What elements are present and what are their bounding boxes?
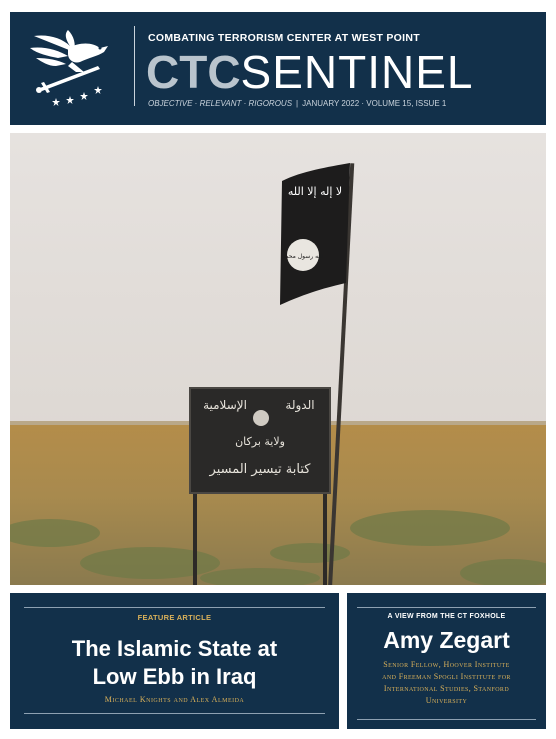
masthead: COMBATING TERRORISM CENTER AT WEST POINT… — [10, 12, 546, 125]
eagle-sword-stars-icon — [30, 30, 108, 106]
org-name: COMBATING TERRORISM CENTER AT WEST POINT — [148, 32, 420, 44]
affiliation-line: International Studies, Stanford — [383, 684, 510, 693]
affiliation-line: and Freeman Spogli Institute for — [382, 672, 511, 681]
issue-info: JANUARY 2022 · VOLUME 15, ISSUE 1 — [302, 99, 447, 108]
foxhole-label: A VIEW FROM THE CT FOXHOLE — [387, 613, 506, 620]
tagline-separator: | — [296, 99, 299, 108]
title-ctc: CTC — [146, 46, 241, 98]
sign-seal — [253, 410, 269, 426]
sign-text-top-right: الدولة — [285, 398, 314, 413]
masthead-divider — [134, 26, 135, 106]
sign-post-right — [323, 483, 327, 585]
cover-photo: لا إله إلا الله الله رسول محمد الدولة ال… — [10, 133, 546, 585]
sign-text-top-left: الإسلامية — [203, 398, 247, 412]
feature-title: The Islamic State at Low Ebb in Iraq — [20, 635, 329, 691]
title-sentinel: SENTINEL — [240, 46, 474, 98]
publication-title: CTCSENTINEL — [146, 44, 474, 100]
feature-title-line1: The Islamic State at — [71, 636, 278, 661]
foxhole-name: Amy Zegart — [383, 627, 510, 653]
foxhole-top-rule — [357, 607, 536, 608]
foxhole-panel: A VIEW FROM THE CT FOXHOLE Amy Zegart Se… — [347, 593, 546, 729]
affiliation-line: Senior Fellow, Hoover Institute — [383, 660, 510, 669]
mottos: OBJECTIVE · RELEVANT · RIGOROUS — [148, 99, 293, 108]
feature-title-line2: Low Ebb in Iraq — [92, 664, 257, 689]
flag-text: لا إله إلا الله — [288, 185, 342, 198]
sign-post-left — [193, 483, 197, 585]
affiliation-line: University — [425, 696, 468, 705]
foxhole-affiliation: Senior Fellow, Hoover Institute and Free… — [355, 659, 538, 707]
feature-bottom-rule — [24, 713, 325, 714]
seal-text: الله رسول محمد — [282, 253, 324, 260]
sign-text-middle: ولاية بركان — [235, 435, 285, 448]
feature-top-rule — [24, 607, 325, 608]
tagline: OBJECTIVE · RELEVANT · RIGOROUS | JANUARY … — [148, 99, 446, 108]
feature-article-panel: FEATURE ARTICLE The Islamic State at Low… — [10, 593, 339, 729]
sign-text-bottom: كتابة تيسير المسير — [209, 462, 312, 477]
feature-authors: Michael Knights and Alex Almeida — [104, 695, 245, 704]
foxhole-bottom-rule — [357, 719, 536, 720]
feature-label: FEATURE ARTICLE — [137, 613, 212, 622]
